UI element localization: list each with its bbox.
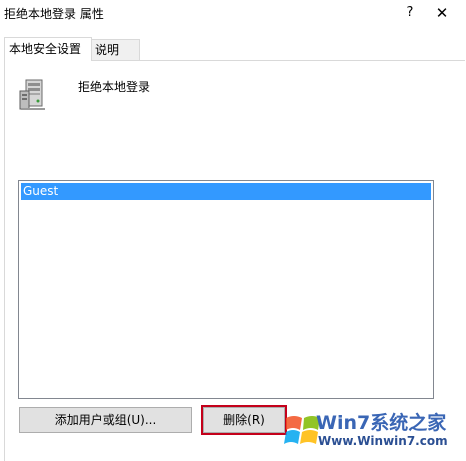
window-title: 拒绝本地登录 属性 (4, 7, 104, 21)
policy-name: 拒绝本地登录 (78, 80, 151, 94)
add-user-or-group-button[interactable]: 添加用户或组(U)... (19, 407, 192, 433)
server-icon (19, 79, 45, 110)
members-listbox[interactable]: Guest (18, 180, 434, 399)
watermark-url: Www.Winwin7.com (318, 434, 448, 448)
remove-button[interactable]: 删除(R) (203, 407, 285, 433)
help-button[interactable]: ? (400, 2, 420, 24)
list-item[interactable]: Guest (21, 183, 431, 200)
close-button[interactable]: ✕ (429, 1, 455, 25)
title-bar: 拒绝本地登录 属性 ? ✕ (0, 0, 466, 30)
tab-local-security-setting[interactable]: 本地安全设置 (4, 37, 92, 61)
tab-explain[interactable]: 说明 (90, 39, 140, 60)
watermark-brand: Win7系统之家 (316, 412, 447, 434)
